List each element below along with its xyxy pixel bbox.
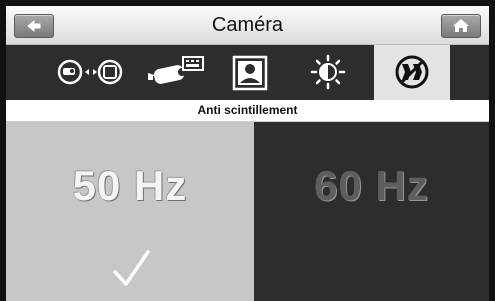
option-50hz-label: 50 Hz: [72, 162, 188, 209]
brightness-icon: [310, 54, 346, 90]
settings-frame: Caméra Anti scintillement 50 Hz 60 Hz: [6, 6, 489, 301]
settings-tab-bar: [6, 45, 489, 100]
option-50hz[interactable]: 50 Hz: [6, 122, 254, 301]
tab-camera-switch[interactable]: [48, 45, 134, 100]
option-60hz-label: 60 Hz: [314, 162, 429, 209]
tab-camera-record[interactable]: [142, 45, 210, 100]
portrait-icon: [232, 55, 268, 91]
home-button[interactable]: [441, 14, 481, 38]
checkmark-icon: [113, 250, 150, 286]
title-bar: Caméra: [6, 6, 489, 45]
anti-flicker-icon: [395, 55, 429, 89]
page-title: Caméra: [211, 14, 284, 36]
tab-anti-flicker[interactable]: [374, 45, 450, 100]
camera-record-icon: [148, 56, 204, 84]
section-title: Anti scintillement: [6, 100, 489, 122]
tab-portrait[interactable]: [228, 45, 272, 100]
home-icon: [453, 19, 469, 32]
tab-brightness[interactable]: [304, 45, 352, 100]
camera-settings-screen: Caméra Anti scintillement 50 Hz 60 Hz: [0, 0, 495, 301]
camera-switch-icon: [57, 59, 123, 85]
option-60hz[interactable]: 60 Hz: [254, 122, 489, 301]
